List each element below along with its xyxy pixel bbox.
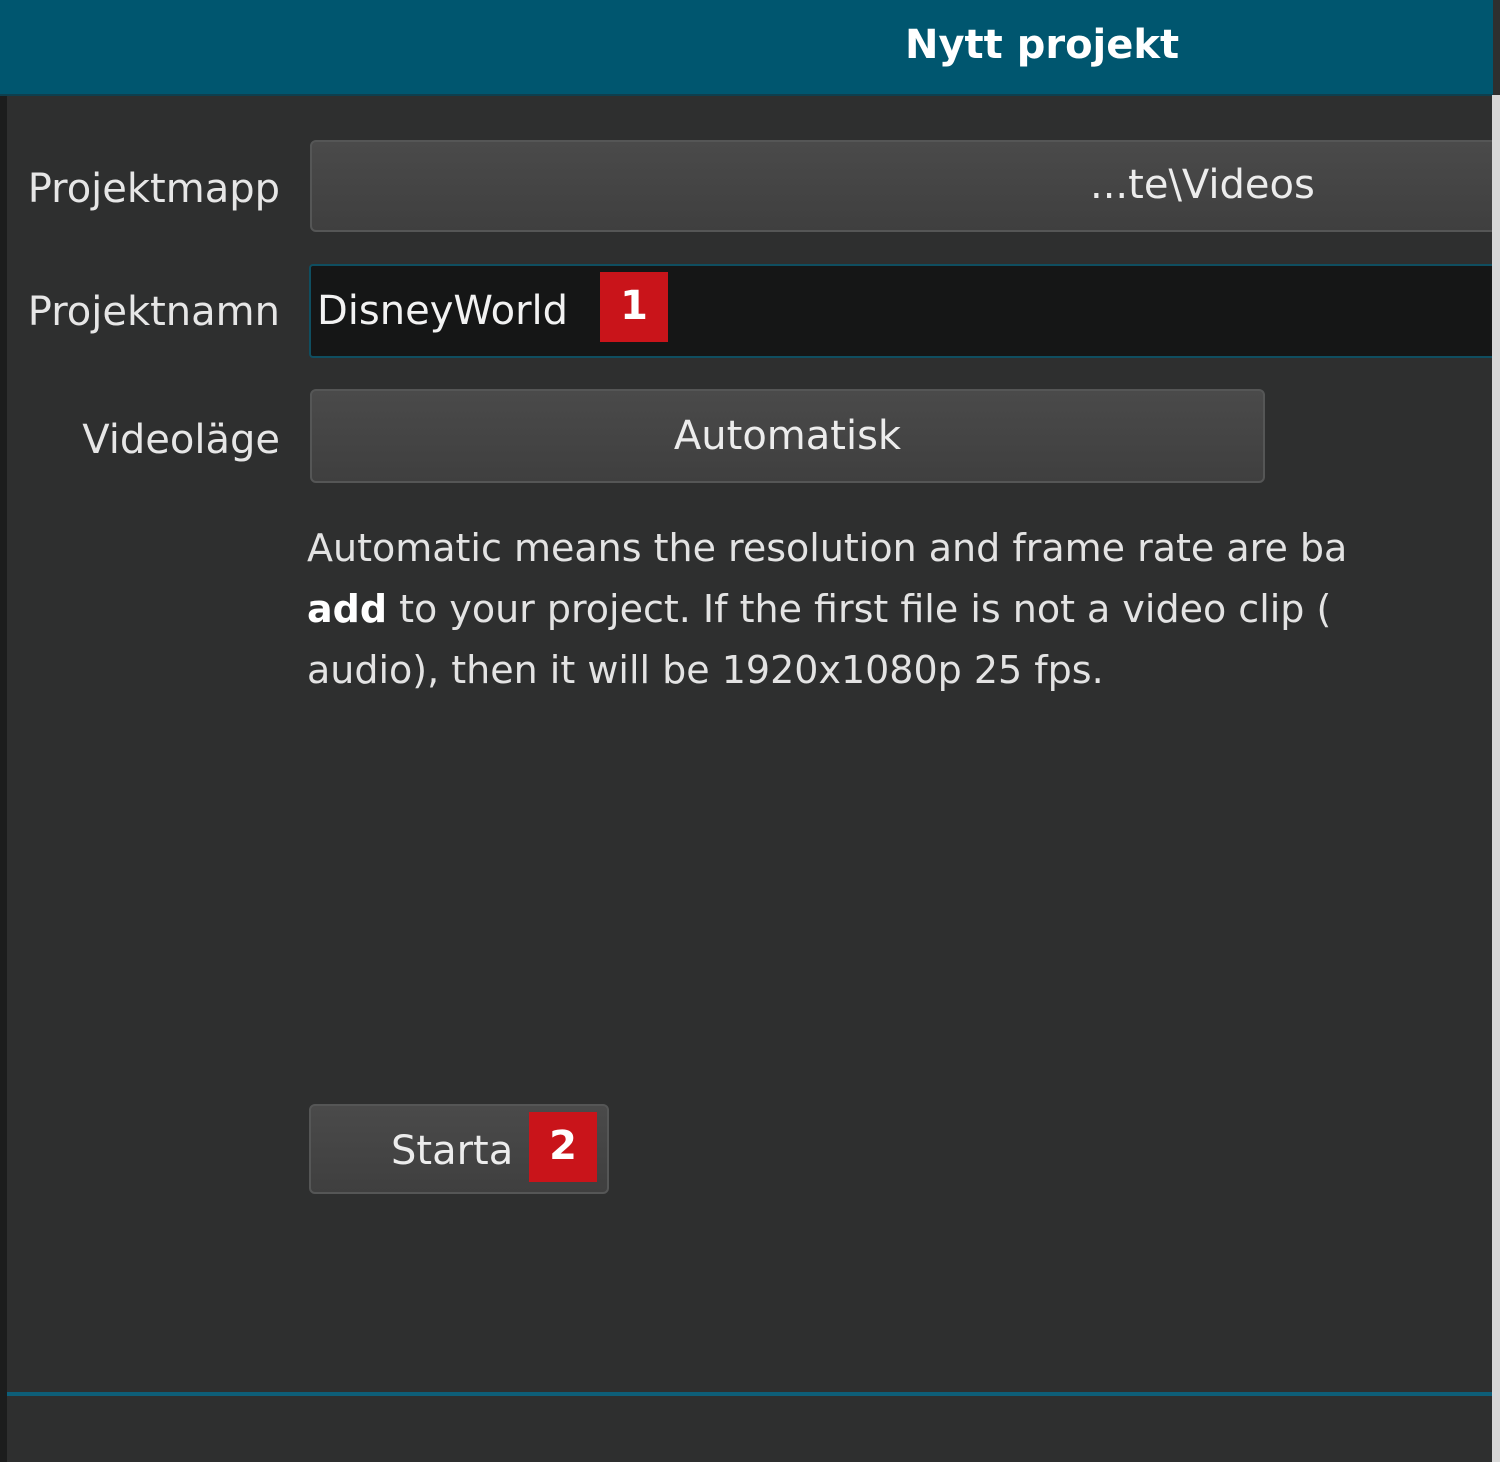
help-line-2-bold: add [307,587,388,631]
dialog-title: Nytt projekt [905,22,1180,68]
help-line-2: add to your project. If the first file i… [307,579,1493,640]
window-left-border [0,0,7,1462]
project-folder-label: Projektmapp [27,166,280,212]
help-line-3: audio), then it will be 1920x1080p 25 fp… [307,648,1104,692]
help-line-2-rest: to your project. If the first file is no… [387,587,1332,631]
video-mode-help-text: Automatic means the resolution and frame… [307,518,1493,701]
project-name-input[interactable]: DisneyWorld [309,264,1500,358]
window-right-edge [1492,95,1500,1462]
annotation-badge-2: 2 [529,1112,597,1182]
start-button-label: Starta [391,1128,514,1174]
help-line-1: Automatic means the resolution and frame… [307,526,1348,570]
annotation-badge-1: 1 [600,272,668,342]
project-folder-button[interactable]: ...te\Videos [310,140,1500,232]
project-folder-value: ...te\Videos [1090,162,1315,208]
video-mode-button[interactable]: Automatisk [310,389,1265,483]
project-name-value: DisneyWorld [317,288,569,334]
video-mode-label: Videoläge [82,417,280,463]
title-bar: Nytt projekt [0,0,1493,96]
bottom-divider [7,1392,1493,1396]
new-project-dialog: Nytt projekt Projektmapp ...te\Videos Pr… [0,0,1500,1462]
project-name-label: Projektnamn [27,289,280,335]
